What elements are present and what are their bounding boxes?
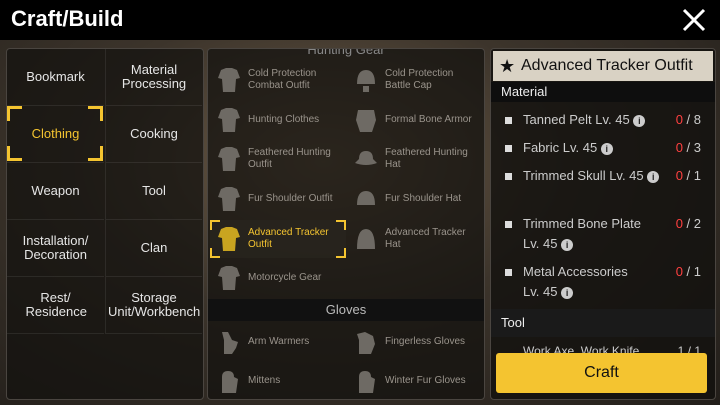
category-material-processing[interactable]: Material Processing bbox=[105, 49, 202, 106]
outfit-icon bbox=[218, 266, 240, 290]
hood-icon bbox=[357, 229, 375, 249]
material-row[interactable]: Trimmed Bone Plate Lv. 45 i 0 / 2 bbox=[505, 214, 709, 254]
outfit-icon bbox=[218, 147, 240, 171]
item-advanced-tracker-hat[interactable]: Advanced Tracker Hat bbox=[347, 220, 483, 258]
item-fingerless-gloves[interactable]: Fingerless Gloves bbox=[347, 323, 483, 361]
category-rest-residence[interactable]: Rest/ Residence bbox=[7, 277, 104, 334]
bullet-icon bbox=[505, 269, 512, 276]
item-fur-shoulder-outfit[interactable]: Fur Shoulder Outfit bbox=[210, 180, 346, 218]
category-clan[interactable]: Clan bbox=[105, 220, 202, 277]
outfit-icon bbox=[218, 68, 240, 92]
close-icon[interactable] bbox=[680, 6, 708, 34]
mitten-icon bbox=[222, 371, 238, 393]
star-icon[interactable]: ★ bbox=[499, 51, 515, 81]
category-tool[interactable]: Tool bbox=[105, 163, 202, 220]
item-advanced-tracker-outfit[interactable]: Advanced Tracker Outfit bbox=[210, 220, 346, 258]
tool-header: Tool bbox=[491, 309, 715, 337]
category-installation-decoration[interactable]: Installation/ Decoration bbox=[7, 220, 104, 277]
recipe-detail-panel: ★ Advanced Tracker Outfit Material Tanne… bbox=[490, 48, 716, 400]
item-list-panel[interactable]: Hunting Gear Cold Protection Combat Outf… bbox=[207, 48, 485, 400]
category-clothing[interactable]: Clothing bbox=[7, 106, 104, 163]
hat-icon bbox=[355, 151, 377, 165]
glove-icon bbox=[357, 332, 375, 354]
page-title: Craft/Build bbox=[11, 6, 124, 31]
item-feathered-hunting-hat[interactable]: Feathered Hunting Hat bbox=[347, 140, 483, 178]
item-arm-warmers[interactable]: Arm Warmers bbox=[210, 323, 346, 361]
hat-icon bbox=[357, 191, 375, 205]
item-fur-shoulder-hat[interactable]: Fur Shoulder Hat bbox=[347, 180, 483, 218]
item-mittens[interactable]: Mittens bbox=[210, 362, 346, 399]
glove-icon bbox=[359, 371, 375, 393]
category-storage-workbench[interactable]: Storage Unit/Workbench bbox=[105, 277, 202, 334]
info-icon[interactable]: i bbox=[647, 170, 660, 183]
bullet-icon bbox=[505, 145, 512, 152]
category-bookmark[interactable]: Bookmark bbox=[7, 49, 104, 106]
item-cold-protection-battle-cap[interactable]: Cold Protection Battle Cap bbox=[347, 61, 483, 99]
category-panel: Bookmark Material Processing Clothing Co… bbox=[6, 48, 204, 400]
info-icon[interactable]: i bbox=[600, 142, 613, 155]
section-header-gloves: Gloves bbox=[208, 299, 484, 321]
info-icon[interactable]: i bbox=[561, 286, 574, 299]
item-feathered-hunting-outfit[interactable]: Feathered Hunting Outfit bbox=[210, 140, 346, 178]
material-row[interactable]: Fabric Lv. 45 i 0 / 3 bbox=[505, 138, 709, 160]
recipe-title-bar: ★ Advanced Tracker Outfit bbox=[493, 51, 713, 81]
material-row[interactable]: Tanned Pelt Lv. 45 i 0 / 8 bbox=[505, 110, 709, 132]
item-winter-fur-gloves[interactable]: Winter Fur Gloves bbox=[347, 362, 483, 399]
cap-icon bbox=[357, 70, 375, 92]
bullet-icon bbox=[505, 221, 512, 228]
category-cooking[interactable]: Cooking bbox=[105, 106, 202, 163]
craft-button[interactable]: Craft bbox=[496, 353, 707, 393]
material-header: Material bbox=[491, 82, 715, 102]
info-icon[interactable]: i bbox=[633, 114, 646, 127]
material-row[interactable]: Metal Accessories Lv. 45 i 0 / 1 bbox=[505, 262, 709, 302]
material-row[interactable]: Trimmed Skull Lv. 45 i 0 / 1 bbox=[505, 166, 709, 206]
item-cold-protection-combat-outfit[interactable]: Cold Protection Combat Outfit bbox=[210, 61, 346, 99]
outfit-icon bbox=[218, 108, 240, 132]
item-motorcycle-gear[interactable]: Motorcycle Gear bbox=[210, 259, 346, 297]
outfit-icon bbox=[218, 187, 240, 211]
bullet-icon bbox=[505, 173, 512, 180]
bullet-icon bbox=[505, 117, 512, 124]
item-formal-bone-armor[interactable]: Formal Bone Armor bbox=[347, 101, 483, 139]
category-weapon[interactable]: Weapon bbox=[7, 163, 104, 220]
recipe-title: Advanced Tracker Outfit bbox=[521, 57, 693, 74]
section-header-hunting-gear: Hunting Gear bbox=[307, 48, 385, 57]
glove-icon bbox=[222, 332, 238, 354]
info-icon[interactable]: i bbox=[561, 238, 574, 251]
armor-icon bbox=[356, 110, 376, 132]
item-hunting-clothes[interactable]: Hunting Clothes bbox=[210, 101, 346, 139]
